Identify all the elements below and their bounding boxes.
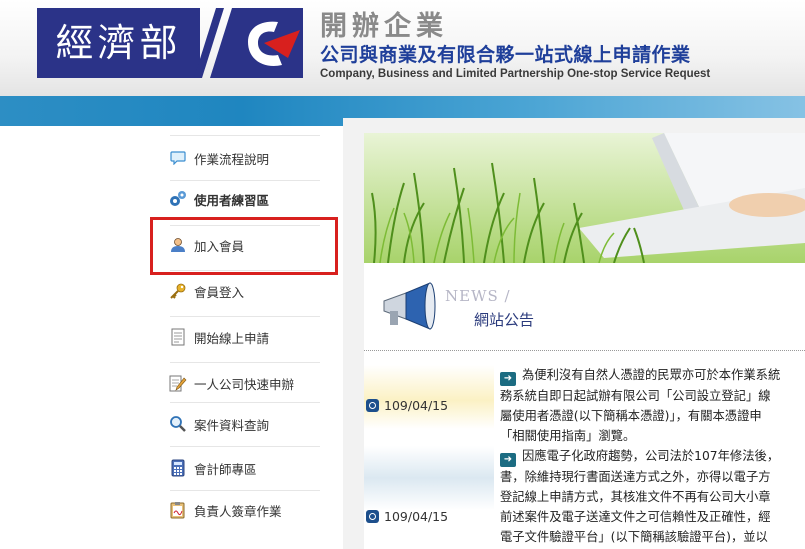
key-icon [168, 281, 188, 301]
news-line: 為便利沒有自然人憑證的民眾亦可於本作業系統 [522, 368, 781, 382]
sidebar-item-case-query[interactable]: 案件資料查詢 [168, 402, 328, 446]
news-line: 書，除維持現行書面送達方式之外，亦得以電子方 [500, 470, 771, 484]
news-line: 電子文件驗證平台」(以下簡稱該驗證平台)，並以 [500, 530, 768, 544]
sidebar-item-signature[interactable]: 負責人簽章作業 [168, 488, 328, 532]
news-date-text: 109/04/15 [384, 398, 449, 413]
news-line: 屬使用者憑證(以下簡稱本憑證)」，有關本憑證申 [500, 409, 762, 423]
sidebar-item-label: 作業流程說明 [194, 151, 270, 167]
sidebar-item-label: 使用者練習區 [194, 192, 270, 208]
system-title: 開辦企業 [320, 11, 448, 42]
news-divider [364, 350, 805, 351]
news-body[interactable]: ➜ 為便利沒有自然人憑證的民眾亦可於本作業系統 務系統自即日起試辦有限公司「公司設… [500, 365, 805, 446]
news-date: 109/04/15 [366, 398, 448, 413]
sidebar-item-label: 會計師專區 [194, 461, 257, 477]
news-header: NEWS / 網站公告 [378, 281, 798, 336]
news-line: 「相關使用指南」瀏覽。 [500, 429, 636, 443]
news-line: 前述案件及電子送達文件之可信賴性及正確性，經 [500, 510, 771, 524]
arrow-right-icon: ➜ [500, 453, 516, 467]
grass-laptop-illustration [364, 133, 805, 263]
arrow-right-icon: ➜ [500, 372, 516, 386]
document-icon [168, 327, 188, 347]
edit-form-icon [168, 373, 188, 393]
highlight-box [150, 217, 338, 275]
megaphone-icon [383, 282, 436, 330]
magnifier-icon [168, 414, 188, 434]
news-date-text: 109/04/15 [384, 509, 449, 524]
content-panel: NEWS / 網站公告 109/04/15 ➜ 為便利沒有自然人憑證的民眾亦可於本… [364, 133, 805, 549]
gears-icon [168, 189, 188, 209]
news-date-cell [364, 446, 494, 510]
sidebar-item-label: 一人公司快速申辦 [194, 376, 295, 392]
news-line: 務系統自即日起試辦有限公司「公司設立登記」線 [500, 389, 771, 403]
news-date: 109/04/15 [366, 509, 448, 524]
sidebar-item-practice-area[interactable]: 使用者練習區 [168, 177, 328, 221]
sidebar-item-label: 會員登入 [194, 284, 245, 300]
sidebar-item-label: 開始線上申請 [194, 330, 270, 346]
system-subtitle: 公司與商業及有限合夥一站式線上申請作業 [320, 44, 691, 66]
banner-image [364, 133, 805, 263]
clipboard-sign-icon [168, 500, 188, 520]
sidebar-item-process-guide[interactable]: 作業流程說明 [168, 136, 328, 180]
site-header: 經濟部 開辦企業 公司與商業及有限合夥一站式線上申請作業 Company, Bu… [0, 0, 805, 96]
sidebar-item-label: 案件資料查詢 [194, 417, 270, 433]
news-title-en: NEWS / [445, 287, 511, 305]
news-date-cell [364, 365, 494, 429]
news-line: 登記線上申請方式，其核准文件不再有公司大小章 [500, 490, 771, 504]
system-subtitle-en: Company, Business and Limited Partnershi… [320, 68, 711, 80]
news-line: 因應電子化政府趨勢，公司法於107年修法後， [522, 449, 780, 463]
calculator-icon [168, 458, 188, 478]
clock-icon [366, 399, 379, 412]
sidebar-item-accountant-area[interactable]: 會計師專區 [168, 446, 328, 490]
clock-icon [366, 510, 379, 523]
moea-logo[interactable]: 經濟部 [37, 8, 200, 78]
sidebar-item-one-person-company[interactable]: 一人公司快速申辦 [168, 361, 328, 405]
chat-bubble-icon [168, 148, 188, 168]
sidebar-item-start-application[interactable]: 開始線上申請 [168, 315, 328, 359]
news-title: 網站公告 [474, 311, 535, 329]
sidebar-item-label: 負責人簽章作業 [194, 503, 282, 519]
news-body[interactable]: ➜ 因應電子化政府趨勢，公司法於107年修法後， 書，除維持現行書面送達方式之外，… [500, 446, 805, 547]
logo-arrow-mark-icon [194, 8, 303, 78]
sidebar-item-member-login[interactable]: 會員登入 [168, 269, 328, 313]
